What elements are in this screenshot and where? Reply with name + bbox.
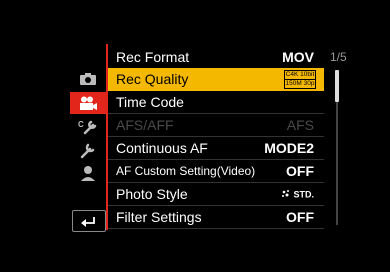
menu-item-value: AFS — [286, 117, 314, 133]
return-arrow-icon — [81, 217, 95, 227]
menu-item-label: Rec Format — [116, 49, 190, 65]
menu-item-label: Time Code — [116, 94, 184, 110]
tab-setup[interactable] — [70, 140, 106, 162]
menu-item-photo-style[interactable]: Photo Style STD. — [108, 183, 324, 206]
my-menu-person-icon — [81, 166, 95, 181]
menu-item-af-custom-setting[interactable]: AF Custom Setting(Video) OFF — [108, 160, 324, 183]
menu-item-value: MODE2 — [264, 140, 314, 156]
menu-item-continuous-af[interactable]: Continuous AF MODE2 — [108, 137, 324, 160]
video-camera-icon — [80, 96, 97, 110]
tab-custom[interactable]: C — [70, 116, 106, 138]
tab-my-menu[interactable] — [70, 162, 106, 184]
camera-icon — [80, 73, 96, 85]
menu-item-label: Photo Style — [116, 186, 188, 202]
menu-item-filter-settings[interactable]: Filter Settings OFF — [108, 206, 324, 229]
menu-item-label: AFS/AFF — [116, 117, 174, 133]
badge-bottom: 150M 30p — [285, 80, 315, 87]
svg-text:C: C — [78, 120, 84, 129]
menu-item-label: Filter Settings — [116, 209, 202, 225]
page-indicator: 1/5 — [330, 50, 347, 64]
menu-item-label: Rec Quality — [116, 71, 189, 87]
menu-item-label: AF Custom Setting(Video) — [116, 164, 256, 178]
menu-item-rec-quality[interactable]: Rec Quality C4K 10bit 150M 30p — [108, 68, 324, 91]
sparkle-icon — [282, 190, 290, 197]
menu-separator — [108, 228, 324, 229]
menu-item-afs-aff: AFS/AFF AFS — [108, 114, 324, 137]
menu-item-value: OFF — [286, 209, 314, 225]
setup-wrench-icon — [80, 143, 95, 159]
rec-quality-badge: C4K 10bit 150M 30p — [284, 70, 316, 89]
tab-video[interactable] — [70, 92, 106, 114]
menu-item-value: MOV — [282, 49, 314, 65]
menu-sidebar: C — [70, 68, 106, 228]
scrollbar-thumb[interactable] — [335, 70, 339, 102]
custom-wrench-icon: C — [78, 120, 97, 135]
menu-item-value: OFF — [286, 163, 314, 179]
menu-item-value: STD. — [293, 189, 314, 200]
menu-item-time-code[interactable]: Time Code — [108, 91, 324, 114]
photo-style-value: STD. — [281, 189, 314, 201]
menu-item-rec-format[interactable]: Rec Format MOV — [108, 46, 324, 69]
tab-photo[interactable] — [70, 68, 106, 90]
badge-top: C4K 10bit — [285, 71, 315, 80]
menu-item-label: Continuous AF — [116, 140, 208, 156]
back-button[interactable] — [72, 210, 106, 232]
